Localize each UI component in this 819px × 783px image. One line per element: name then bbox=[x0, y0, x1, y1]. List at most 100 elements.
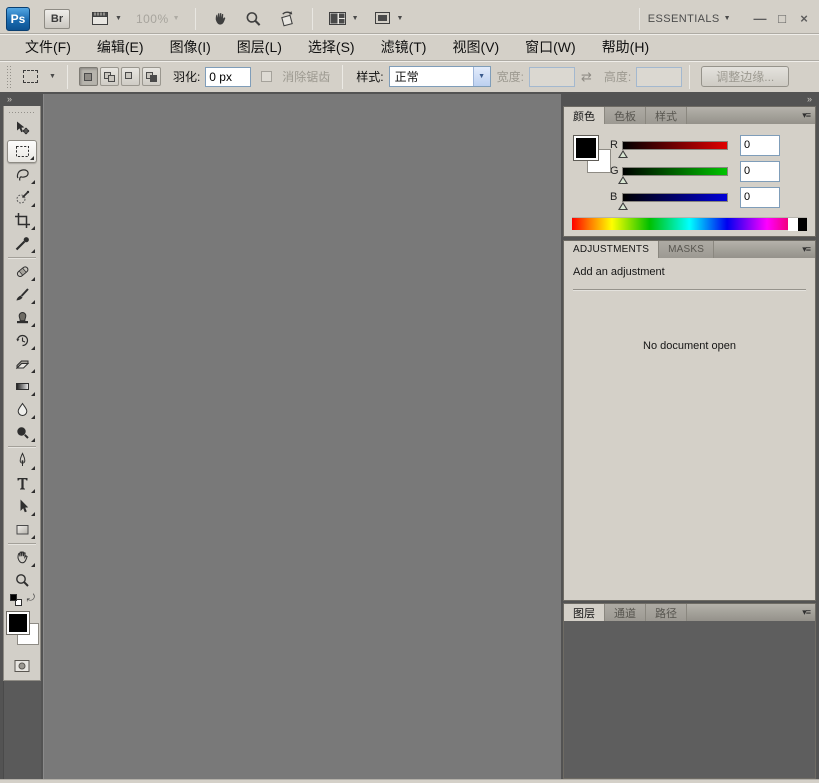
eraser-tool[interactable] bbox=[7, 352, 37, 375]
tab-masks[interactable]: MASKS bbox=[659, 241, 714, 258]
lasso-tool[interactable] bbox=[7, 163, 37, 186]
restore-button[interactable]: □ bbox=[773, 11, 791, 26]
workspace-switcher[interactable]: ESSENTIALS ▼ bbox=[648, 13, 731, 25]
move-tool[interactable] bbox=[7, 117, 37, 140]
tab-color[interactable]: 颜色 bbox=[564, 107, 605, 124]
chevron-down-icon: ▼ bbox=[352, 15, 359, 22]
divider bbox=[67, 65, 68, 89]
type-tool[interactable] bbox=[7, 472, 37, 495]
tab-adjustments[interactable]: ADJUSTMENTS bbox=[564, 241, 659, 258]
subtract-from-selection-button[interactable] bbox=[121, 67, 140, 86]
crop-tool[interactable] bbox=[7, 209, 37, 232]
green-slider[interactable] bbox=[622, 167, 728, 176]
lasso-icon bbox=[14, 166, 31, 183]
divider bbox=[195, 8, 196, 30]
tab-paths[interactable]: 路径 bbox=[646, 604, 687, 621]
tab-swatches[interactable]: 色板 bbox=[605, 107, 646, 124]
foreground-color-swatch[interactable] bbox=[6, 611, 30, 635]
new-selection-button[interactable] bbox=[79, 67, 98, 86]
menu-file[interactable]: 文件(F) bbox=[12, 34, 84, 60]
spot-healing-brush-tool[interactable] bbox=[7, 260, 37, 283]
options-bar-grip[interactable] bbox=[6, 65, 13, 89]
slider-thumb[interactable] bbox=[618, 176, 628, 184]
pen-icon bbox=[14, 452, 31, 469]
style-select[interactable]: 正常 ▼ bbox=[389, 66, 491, 87]
slider-thumb[interactable] bbox=[618, 150, 628, 158]
red-value-input[interactable] bbox=[740, 135, 780, 156]
chevron-down-icon: ▼ bbox=[724, 15, 731, 22]
black-swatch[interactable] bbox=[798, 218, 807, 231]
zoom-tool-button[interactable] bbox=[244, 10, 263, 28]
blue-value-input[interactable] bbox=[740, 187, 780, 208]
gradient-icon bbox=[14, 378, 31, 395]
menu-layer[interactable]: 图层(L) bbox=[224, 34, 295, 60]
red-slider[interactable] bbox=[622, 141, 728, 150]
path-selection-tool[interactable] bbox=[7, 495, 37, 518]
refine-edge-button[interactable]: 调整边缘... bbox=[701, 66, 789, 87]
divider bbox=[8, 446, 36, 447]
chevron-down-icon: ▼ bbox=[173, 15, 180, 22]
clone-stamp-tool[interactable] bbox=[7, 306, 37, 329]
slider-thumb[interactable] bbox=[618, 202, 628, 210]
menu-window[interactable]: 窗口(W) bbox=[512, 34, 589, 60]
menu-edit[interactable]: 编辑(E) bbox=[84, 34, 157, 60]
green-value-input[interactable] bbox=[740, 161, 780, 182]
dodge-tool[interactable] bbox=[7, 421, 37, 444]
swap-dimensions-icon[interactable]: ⇄ bbox=[581, 69, 592, 85]
dock-collapse-bar[interactable]: » bbox=[563, 94, 816, 106]
minimize-button[interactable]: — bbox=[751, 11, 769, 26]
menu-filter[interactable]: 滤镜(T) bbox=[368, 34, 440, 60]
intersect-selection-button[interactable] bbox=[142, 67, 161, 86]
gradient-tool[interactable] bbox=[7, 375, 37, 398]
launch-bridge-button[interactable]: Br bbox=[44, 9, 70, 29]
white-swatch[interactable] bbox=[788, 218, 798, 231]
view-extras-button[interactable]: ▼ bbox=[91, 10, 122, 27]
tool-preset-picker[interactable]: ▼ bbox=[19, 68, 60, 85]
type-icon bbox=[14, 475, 31, 492]
panel-menu-icon[interactable]: ▾≡ bbox=[802, 607, 815, 618]
color-spectrum-ramp[interactable] bbox=[572, 217, 807, 230]
tools-collapse-bar[interactable]: » bbox=[3, 94, 41, 106]
color-tabbar: 颜色 色板 样式 ▾≡ bbox=[564, 107, 815, 124]
history-brush-tool[interactable] bbox=[7, 329, 37, 352]
panel-menu-icon[interactable]: ▾≡ bbox=[802, 244, 815, 255]
rectangular-marquee-tool[interactable] bbox=[7, 140, 37, 163]
blur-tool[interactable] bbox=[7, 398, 37, 421]
height-input[interactable] bbox=[636, 67, 682, 87]
brush-tool[interactable] bbox=[7, 283, 37, 306]
zoom-tool[interactable] bbox=[7, 569, 37, 592]
panel-menu-icon[interactable]: ▾≡ bbox=[802, 110, 815, 121]
screen-mode-button[interactable]: ▼ bbox=[373, 10, 404, 27]
brush-icon bbox=[14, 286, 31, 303]
quick-selection-tool[interactable] bbox=[7, 186, 37, 209]
add-to-selection-button[interactable] bbox=[100, 67, 119, 86]
hand-tool[interactable] bbox=[7, 546, 37, 569]
tab-layers[interactable]: 图层 bbox=[564, 604, 605, 621]
hand-tool-button[interactable] bbox=[211, 10, 230, 28]
eyedropper-icon bbox=[14, 235, 31, 252]
chevron-down-icon[interactable]: ▼ bbox=[473, 67, 490, 86]
toolbox-grip[interactable] bbox=[8, 109, 36, 115]
blue-slider[interactable] bbox=[622, 193, 728, 202]
rotate-view-button[interactable] bbox=[277, 10, 297, 28]
foreground-color-swatch[interactable] bbox=[573, 135, 599, 161]
menu-image[interactable]: 图像(I) bbox=[157, 34, 224, 60]
tab-channels[interactable]: 通道 bbox=[605, 604, 646, 621]
close-button[interactable]: × bbox=[795, 11, 813, 26]
menu-view[interactable]: 视图(V) bbox=[439, 34, 512, 60]
swap-colors-icon[interactable]: ⤾ bbox=[27, 593, 35, 604]
tab-styles[interactable]: 样式 bbox=[646, 107, 687, 124]
rectangle-tool[interactable] bbox=[7, 518, 37, 541]
menu-help[interactable]: 帮助(H) bbox=[589, 34, 662, 60]
eyedropper-tool[interactable] bbox=[7, 232, 37, 255]
menu-select[interactable]: 选择(S) bbox=[295, 34, 368, 60]
arrange-documents-button[interactable]: ▼ bbox=[328, 10, 359, 27]
default-colors-icon[interactable] bbox=[10, 594, 17, 601]
width-input[interactable] bbox=[529, 67, 575, 87]
feather-input[interactable] bbox=[205, 67, 251, 87]
pen-tool[interactable] bbox=[7, 449, 37, 472]
tools-panel: » bbox=[3, 94, 41, 779]
quick-mask-button[interactable] bbox=[7, 654, 37, 677]
antialias-checkbox[interactable] bbox=[261, 71, 272, 82]
style-label: 样式: bbox=[356, 68, 383, 85]
